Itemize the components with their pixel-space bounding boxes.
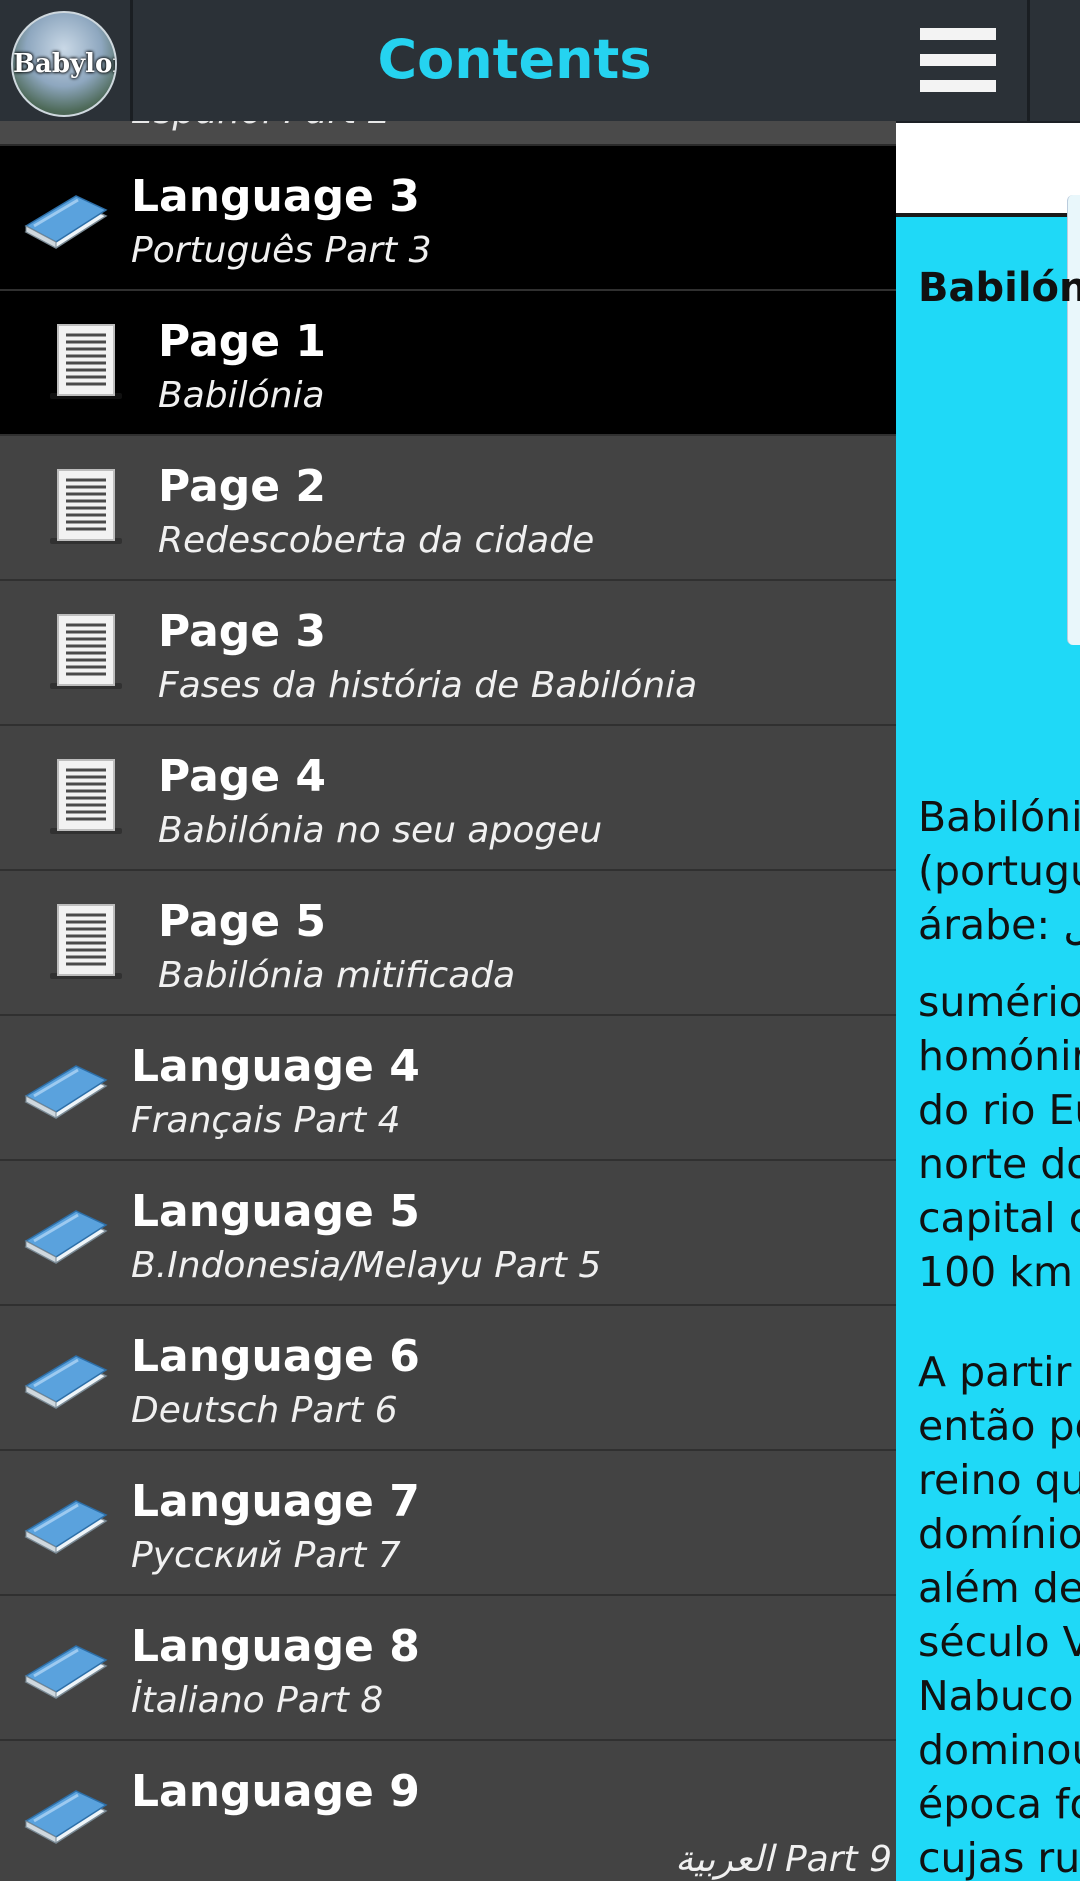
- book-icon: [20, 1056, 110, 1126]
- list-item-title: Page 5: [158, 896, 327, 947]
- list-item-title: Page 2: [158, 461, 327, 512]
- page-list-item[interactable]: Page 1 Babilónia: [0, 291, 896, 436]
- article-divider: [896, 213, 1080, 217]
- page-list-item[interactable]: Page 4 Babilónia no seu apogeu: [0, 726, 896, 871]
- book-icon: [20, 1781, 110, 1851]
- list-item-title: Language 9: [131, 1766, 420, 1817]
- language-list-item[interactable]: Language 3 Português Part 3: [0, 146, 896, 291]
- article-line: Babilóni: [918, 793, 1080, 841]
- list-item-subtitle: Русский Part 7: [131, 1535, 401, 1576]
- list-item-subtitle: Babilónia: [158, 375, 325, 416]
- article-line: capital c: [918, 1194, 1080, 1242]
- article-line: árabe: ل: [918, 901, 1080, 949]
- article-content-panel[interactable]: Babilóni Babilóni (portugu árabe: ل sumé…: [896, 0, 1080, 1881]
- header-divider: [1027, 0, 1030, 121]
- book-icon: [20, 1201, 110, 1271]
- list-item-subtitle: Redescoberta da cidade: [158, 520, 595, 561]
- app-logo-text: Babylon: [13, 49, 115, 79]
- list-item-subtitle: Português Part 3: [131, 230, 432, 271]
- list-item-subtitle: Babilónia no seu apogeu: [158, 810, 603, 851]
- book-icon: [20, 1636, 110, 1706]
- list-item-subtitle: Español Part 2: [131, 121, 391, 132]
- language-list-item[interactable]: Language 4 Français Part 4: [0, 1016, 896, 1161]
- article-line: século V: [918, 1618, 1080, 1666]
- list-item-title: Page 1: [158, 316, 327, 367]
- list-item-title: Language 3: [131, 171, 420, 222]
- list-item-subtitle: B.Indonesia/Melayu Part 5: [131, 1245, 602, 1286]
- page-title: Contents: [377, 28, 652, 91]
- document-icon: [46, 611, 126, 693]
- page-list-item[interactable]: Page 2 Redescoberta da cidade: [0, 436, 896, 581]
- article-line: (portugu: [918, 847, 1080, 895]
- article-line: sumério: [918, 978, 1080, 1026]
- language-list-item[interactable]: Language 7 Русский Part 7: [0, 1451, 896, 1596]
- list-item-title: Language 4: [131, 1041, 420, 1092]
- article-toolbar-area: [896, 121, 1080, 213]
- list-item-subtitle: Babilónia mitificada: [158, 955, 516, 996]
- article-line: além de: [918, 1564, 1080, 1612]
- page-list-item[interactable]: Page 5 Babilónia mitificada: [0, 871, 896, 1016]
- article-scroll-handle[interactable]: [1067, 195, 1080, 645]
- article-line: época fo: [918, 1780, 1080, 1828]
- list-item-subtitle: İtaliano Part 8: [131, 1680, 384, 1721]
- article-line: Nabuco: [918, 1672, 1074, 1720]
- article-paragraph-3: A partir então po reino qu domínio além …: [918, 1345, 1080, 1881]
- app-logo[interactable]: Babylon: [11, 11, 117, 117]
- app-header: Babylon Contents: [0, 0, 1080, 123]
- article-line: 100 km: [918, 1248, 1073, 1296]
- article-line: A partir: [918, 1348, 1072, 1396]
- document-icon: [46, 756, 126, 838]
- list-item-subtitle: Deutsch Part 6: [131, 1390, 398, 1431]
- list-item-subtitle: Français Part 4: [131, 1100, 401, 1141]
- list-item-title: Page 3: [158, 606, 327, 657]
- article-line: reino qu: [918, 1456, 1080, 1504]
- article-line: domínio: [918, 1510, 1080, 1558]
- article-paragraph-1: Babilóni (portugu árabe: ل: [918, 790, 1080, 952]
- article-line: dominou: [918, 1726, 1080, 1774]
- hamburger-menu-icon[interactable]: [896, 0, 1028, 121]
- page-list-item[interactable]: Page 3 Fases da história de Babilónia: [0, 581, 896, 726]
- list-item-title: Language 6: [131, 1331, 420, 1382]
- article-heading: Babilóni: [918, 265, 1080, 311]
- list-item-partial[interactable]: Español Part 2: [0, 121, 896, 146]
- book-icon: [20, 1491, 110, 1561]
- contents-drawer[interactable]: Español Part 2 Language 3 Português Part …: [0, 121, 896, 1881]
- list-item-title: Language 7: [131, 1476, 420, 1527]
- book-icon: [20, 186, 110, 256]
- menu-bar: [920, 80, 996, 92]
- article-line: do rio Eu: [918, 1086, 1080, 1134]
- list-item-subtitle: العربية Part 9: [675, 1839, 892, 1880]
- article-line: homónir: [918, 1032, 1080, 1080]
- article-line: então po: [918, 1402, 1080, 1450]
- article-line: cujas ru: [918, 1834, 1080, 1881]
- language-list-item[interactable]: Language 6 Deutsch Part 6: [0, 1306, 896, 1451]
- article-paragraph-2: sumério homónir do rio Eu norte do capit…: [918, 975, 1080, 1299]
- list-item-title: Language 8: [131, 1621, 420, 1672]
- language-list-item[interactable]: Language 9 العربية Part 9: [0, 1741, 896, 1881]
- book-icon: [20, 1346, 110, 1416]
- list-item-subtitle: Fases da história de Babilónia: [158, 665, 698, 706]
- menu-bar: [920, 54, 996, 66]
- menu-bar: [920, 28, 996, 40]
- list-item-title: Page 4: [158, 751, 327, 802]
- language-list-item[interactable]: Language 8 İtaliano Part 8: [0, 1596, 896, 1741]
- document-icon: [46, 901, 126, 983]
- document-icon: [46, 466, 126, 548]
- article-line: norte do: [918, 1140, 1080, 1188]
- list-item-title: Language 5: [131, 1186, 420, 1237]
- document-icon: [46, 321, 126, 403]
- language-list-item[interactable]: Language 5 B.Indonesia/Melayu Part 5: [0, 1161, 896, 1306]
